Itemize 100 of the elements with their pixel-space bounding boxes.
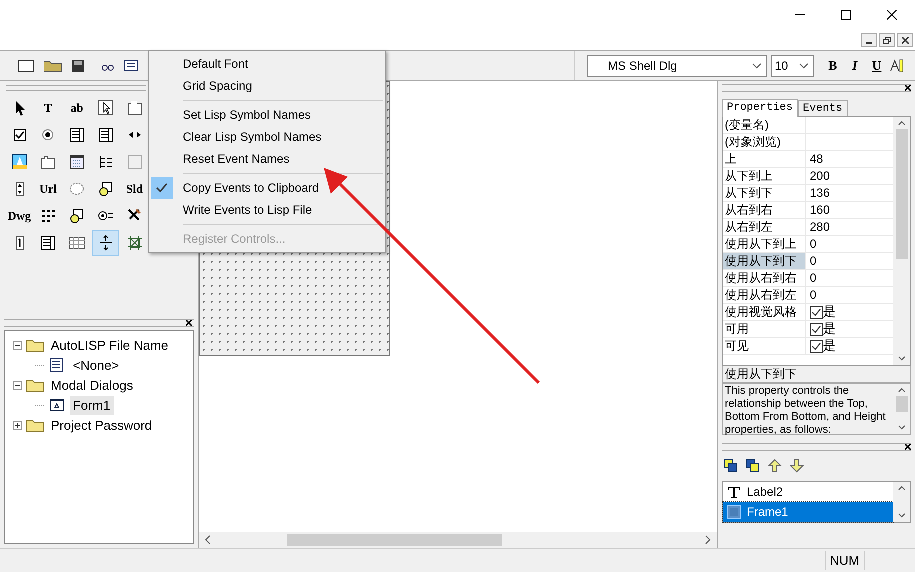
splitter-icon bbox=[98, 235, 114, 251]
property-value: 160 bbox=[810, 202, 830, 218]
menu-item[interactable]: Set Lisp Symbol Names bbox=[149, 104, 385, 126]
menu-item[interactable]: Grid Spacing bbox=[149, 75, 385, 97]
property-name[interactable]: 从右到左 bbox=[723, 219, 806, 235]
property-name[interactable]: 从下到下 bbox=[723, 185, 806, 201]
bring-to-front-icon[interactable] bbox=[724, 459, 738, 473]
status-indicator: NUM bbox=[825, 550, 865, 570]
document-icon bbox=[48, 358, 66, 372]
menu-item[interactable]: Copy Events to Clipboard bbox=[149, 177, 385, 199]
restore-icon[interactable] bbox=[879, 33, 895, 47]
description-title: 使用从下到下 bbox=[722, 366, 911, 383]
close-icon[interactable] bbox=[897, 33, 913, 47]
property-name[interactable]: 使用从下到上 bbox=[723, 236, 806, 252]
form-icon bbox=[48, 398, 66, 412]
property-name[interactable]: 可用 bbox=[723, 321, 806, 337]
property-name[interactable]: 从下到上 bbox=[723, 168, 806, 184]
send-to-back-icon[interactable] bbox=[746, 459, 760, 473]
property-name[interactable]: 从右到右 bbox=[723, 202, 806, 218]
properties-tab[interactable]: Properties bbox=[722, 99, 798, 117]
collapse-icon[interactable] bbox=[13, 340, 22, 350]
font-size-dropdown[interactable]: 10 bbox=[771, 54, 814, 76]
shapes-icon bbox=[98, 181, 114, 197]
collapse-icon[interactable] bbox=[13, 380, 22, 390]
property-name[interactable]: 使用从下到下 bbox=[723, 253, 806, 269]
window-icon[interactable] bbox=[124, 60, 138, 71]
checkbox[interactable] bbox=[810, 322, 823, 336]
property-name[interactable]: 使用视觉风格 bbox=[723, 304, 806, 320]
tree-item[interactable]: <None> bbox=[70, 356, 122, 376]
list-item[interactable]: Frame1 bbox=[723, 502, 893, 522]
description-text: This property controls the relationship between the Top, Bottom From Bottom, and Height properties, as follows: bbox=[724, 384, 887, 434]
folder-icon bbox=[26, 378, 44, 392]
close-icon[interactable] bbox=[186, 320, 192, 326]
italic-button[interactable]: I bbox=[846, 56, 864, 74]
toolbox-button[interactable]: ab bbox=[64, 95, 91, 121]
move-up-icon[interactable] bbox=[768, 459, 782, 473]
tree-item[interactable]: Project Password bbox=[48, 416, 156, 436]
font-name: MS Shell Dlg bbox=[608, 58, 678, 74]
calendar-icon bbox=[69, 154, 86, 170]
toolbox-button[interactable] bbox=[92, 230, 120, 256]
text-icon bbox=[727, 485, 741, 499]
bold-button[interactable]: B bbox=[824, 56, 842, 74]
property-name[interactable]: 使用从右到左 bbox=[723, 287, 806, 303]
list-item[interactable]: Label2 bbox=[723, 482, 893, 502]
toolbox-button[interactable]: Sld bbox=[121, 176, 148, 202]
minimize-icon[interactable] bbox=[861, 33, 877, 47]
new-file-icon[interactable] bbox=[18, 60, 34, 72]
tab-icon bbox=[40, 154, 56, 170]
property-name[interactable]: (变量名) bbox=[723, 117, 806, 133]
folder-icon bbox=[26, 338, 44, 352]
menu-item[interactable]: Default Font bbox=[149, 53, 385, 75]
list-icon bbox=[40, 235, 56, 251]
toolbox-button[interactable]: T bbox=[34, 95, 62, 121]
close-icon[interactable] bbox=[905, 85, 911, 91]
image-icon bbox=[12, 154, 28, 170]
property-value: 48 bbox=[810, 151, 824, 167]
property-value: 是 bbox=[823, 338, 836, 354]
tree-item[interactable]: AutoLISP File Name bbox=[48, 336, 172, 356]
vertical-scrollbar[interactable] bbox=[893, 482, 910, 522]
property-name[interactable]: 可见 bbox=[723, 338, 806, 354]
property-name[interactable]: 使用从右到右 bbox=[723, 270, 806, 286]
save-icon[interactable] bbox=[72, 60, 84, 72]
vertical-scrollbar[interactable] bbox=[893, 117, 910, 365]
ellipse-icon bbox=[69, 181, 86, 197]
property-value: 0 bbox=[810, 236, 817, 252]
toolbox-button[interactable]: Dwg bbox=[6, 203, 33, 229]
blank-icon bbox=[126, 154, 143, 170]
text-color-icon[interactable] bbox=[890, 58, 904, 72]
menu-item[interactable]: Clear Lisp Symbol Names bbox=[149, 126, 385, 148]
property-name[interactable]: (对象浏览) bbox=[723, 134, 806, 150]
frame-icon bbox=[126, 100, 143, 116]
property-value: 280 bbox=[810, 219, 830, 235]
font-name-dropdown[interactable]: MS Shell Dlg bbox=[587, 54, 767, 76]
close-icon[interactable] bbox=[905, 444, 911, 450]
dropdown-caret-icon bbox=[799, 62, 809, 68]
tree-item[interactable]: Modal Dialogs bbox=[48, 376, 136, 396]
expand-icon[interactable] bbox=[13, 420, 22, 430]
dropdown-caret-icon bbox=[752, 62, 762, 68]
horizontal-scrollbar[interactable] bbox=[199, 532, 717, 548]
underline-button[interactable]: U bbox=[868, 56, 886, 74]
frame-icon bbox=[727, 505, 741, 519]
tree-item[interactable]: Form1 bbox=[70, 396, 114, 416]
folder-icon[interactable] bbox=[44, 60, 62, 72]
property-value: 200 bbox=[810, 168, 830, 184]
crop-icon bbox=[126, 235, 143, 251]
tree-icon bbox=[98, 154, 114, 170]
menu-item[interactable]: Write Events to Lisp File bbox=[149, 199, 385, 221]
property-value: 是 bbox=[823, 321, 836, 337]
checkbox[interactable] bbox=[810, 340, 823, 352]
property-name[interactable]: 上 bbox=[723, 151, 806, 167]
menu-item[interactable]: Reset Event Names bbox=[149, 148, 385, 170]
radio-icon bbox=[40, 127, 56, 143]
property-value: 0 bbox=[810, 253, 817, 269]
dots-icon bbox=[40, 208, 56, 224]
move-down-icon[interactable] bbox=[790, 459, 804, 473]
properties-tab[interactable]: Events bbox=[798, 100, 848, 116]
grid-icon bbox=[69, 235, 86, 251]
toolbox-button[interactable]: Url bbox=[34, 176, 62, 202]
checkbox[interactable] bbox=[810, 306, 823, 318]
property-value: 是 bbox=[823, 304, 836, 320]
